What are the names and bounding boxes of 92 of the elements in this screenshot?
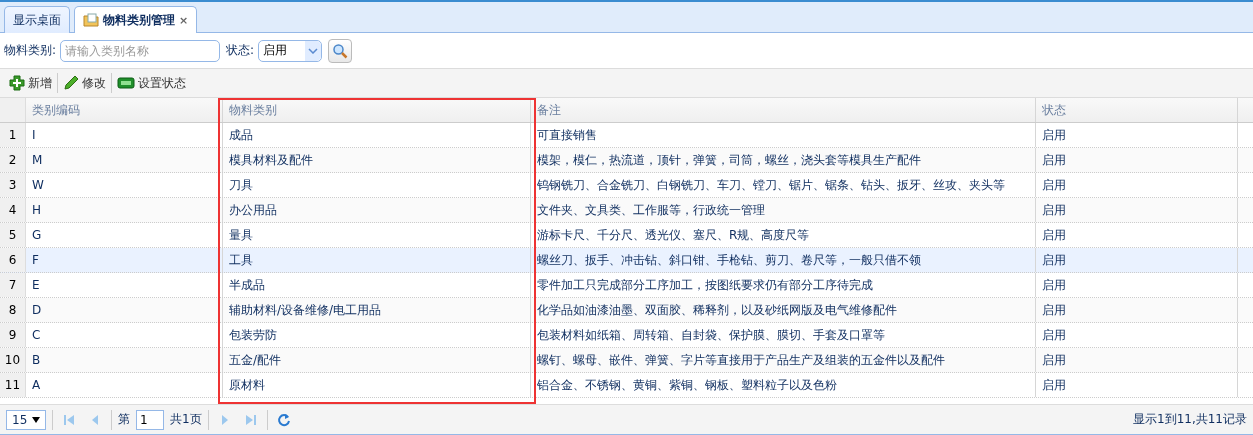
table-cell: 模具材料及配件 (223, 148, 531, 172)
search-icon (332, 42, 349, 59)
table-cell: H (26, 198, 223, 222)
table-row[interactable]: 9 C 包装劳防 包装材料如纸箱、周转箱、自封袋、保护膜、膜切、手套及口罩等 启用 (0, 323, 1253, 348)
table-cell: D (26, 298, 223, 322)
page-size-select[interactable]: 15 (6, 409, 46, 430)
table-cell: 原材料 (223, 373, 531, 397)
table-row[interactable]: 11 A 原材料 铝合金、不锈钢、黄铜、紫铜、钢板、塑料粒子以及色粉 启用 (0, 373, 1253, 398)
table-cell: 办公用品 (223, 198, 531, 222)
page-count: 共1页 (170, 411, 202, 428)
row-number: 1 (0, 123, 26, 147)
table-row[interactable]: 4 H 办公用品 文件夹、文具类、工作服等，行政统一管理 启用 (0, 198, 1253, 223)
toolbar-button[interactable]: 新增 (4, 71, 57, 95)
table-row[interactable]: 10 B 五金/配件 螺钉、螺母、嵌件、弹簧、字片等直接用于产品生产及组装的五金件以及配件 启用 (0, 348, 1253, 373)
toolbar-button[interactable]: 修改 (58, 71, 111, 95)
search-button[interactable] (328, 38, 353, 63)
table-cell: A (26, 373, 223, 397)
table-cell: 刀具 (223, 173, 531, 197)
tab[interactable]: 物料类别管理 × (74, 6, 198, 33)
table-cell: 启用 (1036, 273, 1238, 297)
table-cell: 零件加工只完成部分工序加工，按图纸要求仍有部分工序待完成 (531, 273, 1036, 297)
caret-icon (32, 416, 40, 423)
table-cell: 工具 (223, 248, 531, 272)
close-icon[interactable]: × (179, 13, 189, 27)
table-cell: M (26, 148, 223, 172)
table-cell: 启用 (1036, 323, 1238, 347)
table-cell: 五金/配件 (223, 348, 531, 372)
row-number: 8 (0, 298, 26, 322)
table-cell: 包装劳防 (223, 323, 531, 347)
table-cell: 半成品 (223, 273, 531, 297)
table-row[interactable]: 1 I 成品 可直接销售 启用 (0, 123, 1253, 148)
table-cell: C (26, 323, 223, 347)
table-row[interactable]: 6 F 工具 螺丝刀、扳手、冲击钻、斜口钳、手枪钻、剪刀、卷尺等，一般只借不领 启用 (0, 248, 1253, 273)
refresh-icon (276, 412, 291, 427)
page-field[interactable]: 1 (136, 409, 164, 430)
table-cell: 螺钉、螺母、嵌件、弹簧、字片等直接用于产品生产及组装的五金件以及配件 (531, 348, 1036, 372)
tab[interactable]: 显示桌面 (4, 6, 70, 33)
rectangle-icon (117, 77, 135, 89)
table-row[interactable]: 3 W 刀具 钨钢铣刀、合金铣刀、白钢铣刀、车刀、镗刀、锯片、锯条、钻头、扳牙、丝攻、夹头等 启用 (0, 173, 1253, 198)
row-number: 4 (0, 198, 26, 222)
table-row[interactable]: 2 M 模具材料及配件 模架，模仁，热流道，顶针，弹簧，司筒，螺丝，浇头套等模具生产配件 启用 (0, 148, 1253, 173)
table-cell: 可直接销售 (531, 123, 1036, 147)
table-cell: F (26, 248, 223, 272)
table-cell: W (26, 173, 223, 197)
table-cell: 启用 (1036, 373, 1238, 397)
table-cell: 游标卡尺、千分尺、透光仪、塞尺、R规、高度尺等 (531, 223, 1036, 247)
plus-icon (9, 75, 25, 91)
field-label: 状态: (226, 42, 255, 59)
last-page-icon (244, 413, 257, 426)
first-page-icon (63, 413, 75, 426)
toolbar-button[interactable]: 设置状态 (112, 71, 191, 95)
table-row[interactable]: 7 E 半成品 零件加工只完成部分工序加工，按图纸要求仍有部分工序待完成 启用 (0, 273, 1253, 298)
table-cell: 启用 (1036, 148, 1238, 172)
table-cell: 辅助材料/设备维修/电工用品 (223, 298, 531, 322)
table-cell: I (26, 123, 223, 147)
table-cell: 启用 (1036, 198, 1238, 222)
record-summary: 显示1到11,共11记录 (1133, 411, 1247, 428)
table-cell: 螺丝刀、扳手、冲击钻、斜口钳、手枪钻、剪刀、卷尺等，一般只借不领 (531, 248, 1036, 272)
table-cell: B (26, 348, 223, 372)
table-cell: 启用 (1036, 223, 1238, 247)
row-number: 9 (0, 323, 26, 347)
table-cell: 铝合金、不锈钢、黄铜、紫铜、钢板、塑料粒子以及色粉 (531, 373, 1036, 397)
table-cell: 文件夹、文具类、工作服等，行政统一管理 (531, 198, 1036, 222)
page-label: 第 (118, 411, 130, 428)
table-cell: 启用 (1036, 173, 1238, 197)
field-label: 物料类别: (4, 42, 57, 59)
row-number: 3 (0, 173, 26, 197)
row-number: 11 (0, 373, 26, 397)
table-cell: 钨钢铣刀、合金铣刀、白钢铣刀、车刀、镗刀、锯片、锯条、钻头、扳牙、丝攻、夹头等 (531, 173, 1036, 197)
row-number: 6 (0, 248, 26, 272)
table-cell: 启用 (1036, 348, 1238, 372)
table-row[interactable]: 5 G 量具 游标卡尺、千分尺、透光仪、塞尺、R规、高度尺等 启用 (0, 223, 1253, 248)
table-cell: 模架，模仁，热流道，顶针，弹簧，司筒，螺丝，浇头套等模具生产配件 (531, 148, 1036, 172)
status-dropdown[interactable]: 启用 (258, 39, 323, 62)
table-cell: 成品 (223, 123, 531, 147)
row-number: 7 (0, 273, 26, 297)
table-cell: E (26, 273, 223, 297)
row-number: 5 (0, 223, 26, 247)
pencil-icon (63, 75, 79, 91)
table-cell: 包装材料如纸箱、周转箱、自封袋、保护膜、膜切、手套及口罩等 (531, 323, 1036, 347)
table-cell: G (26, 223, 223, 247)
folder-icon (83, 13, 99, 27)
table-cell: 化学品如油漆油墨、双面胶、稀释剂，以及砂纸网版及电气维修配件 (531, 298, 1036, 322)
table-cell: 量具 (223, 223, 531, 247)
table-cell: 启用 (1036, 298, 1238, 322)
row-number: 2 (0, 148, 26, 172)
search-field[interactable]: 请输入类别名称 (60, 39, 221, 62)
table-cell: 启用 (1036, 248, 1238, 272)
table-row[interactable]: 8 D 辅助材料/设备维修/电工用品 化学品如油漆油墨、双面胶、稀释剂，以及砂纸网版及电气维修配件 启用 (0, 298, 1253, 323)
chevron-icon (308, 47, 319, 54)
row-number: 10 (0, 348, 26, 372)
table-cell: 启用 (1036, 123, 1238, 147)
